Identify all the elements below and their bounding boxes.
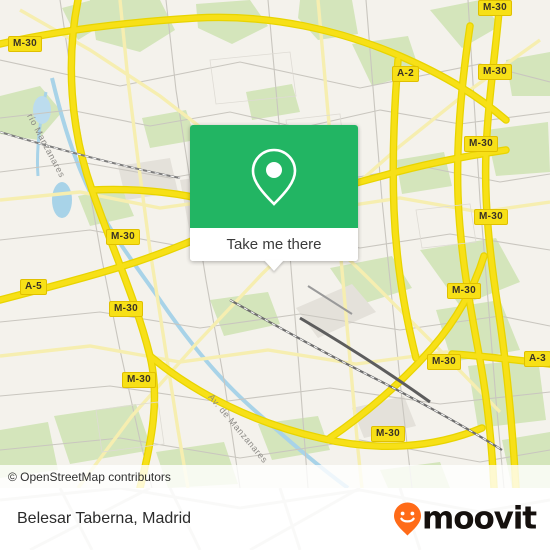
road-shield-a-2: A-2 [392, 66, 420, 82]
road-shield-m-30: M-30 [8, 36, 42, 52]
moovit-smiley-pin-icon [394, 502, 422, 536]
page-footer: Belesar Taberna, Madrid moovit [0, 488, 550, 550]
road-shield-m-30: M-30 [106, 229, 140, 245]
road-shield-m-30: M-30 [447, 283, 481, 299]
road-shield-m-30: M-30 [371, 426, 405, 442]
map-attribution-bar: © OpenStreetMap contributors [0, 465, 550, 488]
road-shield-m-30: M-30 [464, 136, 498, 152]
moovit-map-page: M-30 A-2 M-30 M-30 M-30 M-30 M-30 A-5 M-30 M-30 M-… [0, 0, 550, 550]
road-shield-m-30: M-30 [478, 0, 512, 16]
osm-attribution-text[interactable]: © OpenStreetMap contributors [0, 470, 171, 484]
road-shield-m-30: M-30 [109, 301, 143, 317]
road-shield-m-30: M-30 [474, 209, 508, 225]
moovit-logo[interactable]: moovit [394, 500, 537, 537]
popup-action-row[interactable]: Take me there [190, 228, 358, 261]
take-me-there-label: Take me there [226, 236, 322, 253]
place-popup-card[interactable]: Take me there [190, 125, 358, 271]
road-shield-m-30: M-30 [427, 354, 461, 370]
map-canvas[interactable]: M-30 A-2 M-30 M-30 M-30 M-30 M-30 A-5 M-30 M-30 M-… [0, 0, 550, 488]
moovit-wordmark: moovit [422, 500, 537, 537]
road-shield-a-5: A-5 [20, 279, 48, 295]
road-shield-a-3: A-3 [524, 351, 550, 367]
road-shield-m-30: M-30 [122, 372, 156, 388]
road-shield-m-30: M-30 [478, 64, 512, 80]
popup-header [190, 125, 358, 228]
map-pin-icon [251, 148, 297, 206]
popup-pointer-tail [264, 260, 284, 271]
place-title: Belesar Taberna, Madrid [17, 510, 192, 527]
